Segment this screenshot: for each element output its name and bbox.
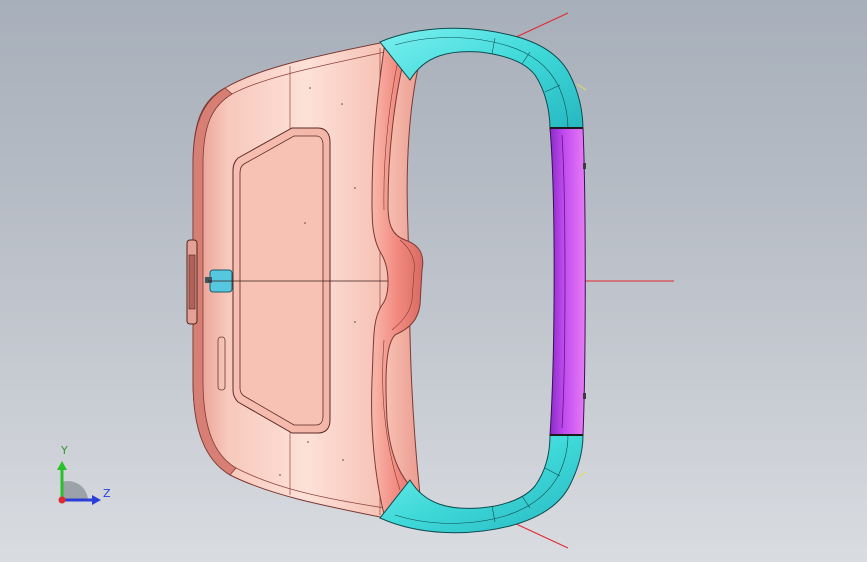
z-axis-label: Z [103,487,111,500]
construction-lines [513,12,674,549]
strap-right[interactable] [549,127,586,436]
y-axis-label: Y [60,444,68,457]
y-arrowhead-icon [57,461,67,470]
x-axis-dot-icon [58,496,66,504]
z-arrowhead-icon [92,495,101,505]
coordinate-triad: Y Z [57,444,111,505]
cad-viewport[interactable]: Y Z [0,0,867,562]
model-canvas[interactable]: Y Z [0,0,867,562]
side-button[interactable] [186,239,198,325]
screen-panel[interactable] [232,127,331,434]
triad-plane [62,481,88,500]
